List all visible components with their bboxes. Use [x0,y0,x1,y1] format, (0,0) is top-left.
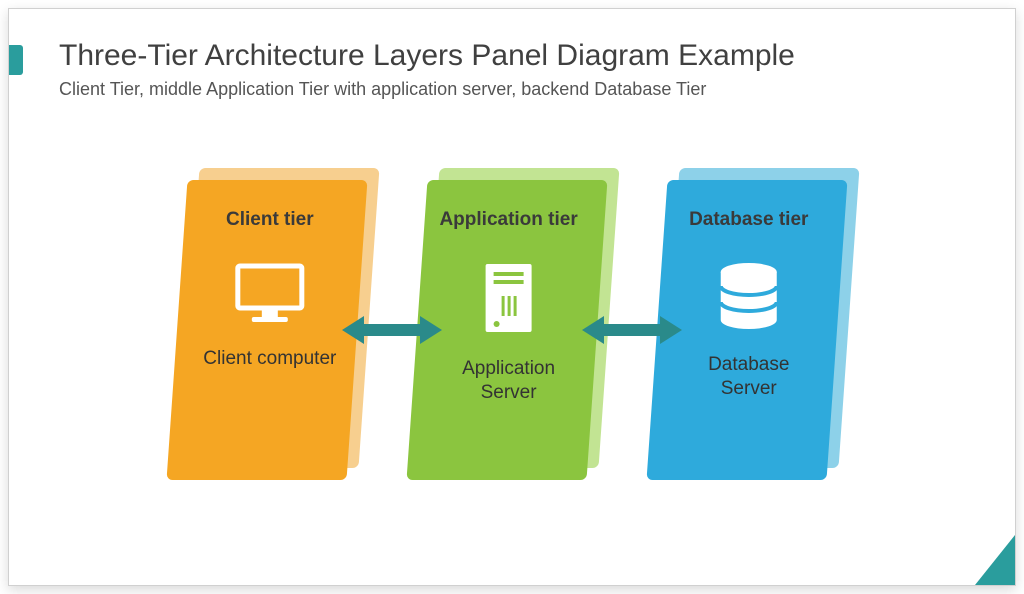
accent-right-triangle [975,535,1015,585]
tier-label-client: Client computer [203,347,336,372]
panel-content-db: Database tier Database Server [679,208,819,402]
tier-database: Database tier Database Server [657,180,847,480]
server-tower-icon [484,262,534,339]
panel-content-app: Application tier Application Server [439,208,579,406]
tier-label-db: Database Server [679,353,819,402]
arrow-client-app [367,310,417,350]
panel-content-client: Client tier Client computer [200,208,340,371]
tier-application: Application tier Application Server [417,180,607,480]
monitor-icon [234,262,306,329]
tier-title-app: Application tier [439,208,577,232]
arrow-app-db [607,310,657,350]
double-arrow-icon [342,310,442,350]
double-arrow-icon [582,310,682,350]
tier-title-db: Database tier [689,208,808,232]
tier-title-client: Client tier [226,208,314,232]
tier-label-app: Application Server [439,357,579,406]
diagram-area: Client tier Client computer [59,150,965,510]
accent-left-shape [8,45,23,75]
database-cylinder-icon [718,262,780,335]
slide-subtitle: Client Tier, middle Application Tier wit… [59,79,965,100]
slide-container: Three-Tier Architecture Layers Panel Dia… [8,8,1016,586]
tier-client: Client tier Client computer [177,180,367,480]
panel-front-client: Client tier Client computer [167,180,368,480]
slide-title: Three-Tier Architecture Layers Panel Dia… [59,39,965,73]
